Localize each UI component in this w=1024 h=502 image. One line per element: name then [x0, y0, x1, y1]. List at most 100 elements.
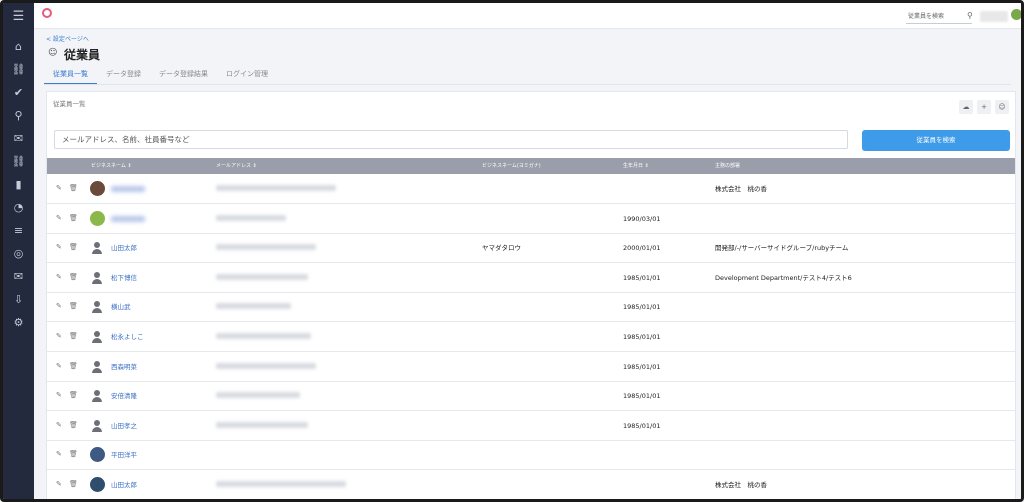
email-redacted — [216, 185, 336, 191]
header-search-input[interactable]: 従業員を検索 — [906, 10, 972, 24]
chat-icon[interactable]: ✉ — [3, 129, 34, 149]
trash-icon[interactable]: 🗑 — [69, 391, 78, 399]
avatar — [90, 477, 105, 492]
trash-icon[interactable]: 🗑 — [69, 302, 78, 310]
avatar — [90, 358, 105, 374]
header-department: 主務の部署 — [715, 163, 741, 169]
tab-bar: 従業員一覧 データ登録 データ登録結果 ログイン管理 — [44, 67, 277, 85]
search-employee-button[interactable]: 従業員を検索 — [862, 130, 1010, 151]
table-row: ✎ 🗑 平田洋平 — [47, 440, 1015, 471]
trash-icon[interactable]: 🗑 — [69, 332, 78, 340]
employee-name-link[interactable]: 山田孝之 — [111, 411, 137, 441]
employee-search-input[interactable]: メールアドレス、名前、社員番号など — [54, 130, 848, 149]
header-business-name[interactable]: ビジネスネーム ⇕ — [91, 158, 132, 174]
search-icon[interactable]: ⚲ — [3, 106, 34, 126]
edit-icon[interactable]: ✎ — [56, 184, 62, 192]
employee-name-link[interactable]: 山田太郎 — [111, 233, 137, 263]
avatar[interactable] — [1011, 9, 1021, 20]
table-row: ✎ 🗑 株式会社 桃の香 — [47, 174, 1015, 204]
edit-icon[interactable]: ✎ — [56, 421, 62, 429]
edit-icon[interactable]: ✎ — [56, 332, 62, 340]
edit-icon[interactable]: ✎ — [56, 362, 62, 370]
tab-login-management[interactable]: ログイン管理 — [217, 67, 277, 85]
edit-icon[interactable]: ✎ — [56, 480, 62, 488]
birthday-cell: 1985/01/01 — [623, 421, 661, 430]
search-icon[interactable]: ⚲ — [967, 11, 973, 20]
avatar — [90, 240, 105, 256]
kana-cell: ヤマダタロウ — [482, 244, 521, 253]
header-birthday[interactable]: 生年月日 ⇕ — [623, 158, 649, 174]
edit-icon[interactable]: ✎ — [56, 273, 62, 281]
avatar — [90, 269, 105, 285]
birthday-cell: 1985/01/01 — [623, 392, 661, 401]
trash-icon[interactable]: 🗑 — [69, 273, 78, 281]
list-icon[interactable]: ≡ — [3, 221, 34, 241]
employee-name-link[interactable]: 西森明菜 — [111, 352, 137, 382]
table-header: ビジネスネーム ⇕ メールアドレス ⇕ ビジネスネーム(ヨミガナ) 生年月日 ⇕… — [47, 158, 1015, 174]
cloud-download-icon[interactable]: ☁ — [959, 100, 973, 114]
email-redacted — [216, 362, 316, 369]
mail-icon[interactable]: ✉ — [3, 267, 34, 287]
user-check-icon[interactable]: ✔ — [3, 83, 34, 103]
home-icon[interactable]: ⌂ — [3, 37, 34, 57]
link-icon[interactable]: ⛓ — [3, 152, 34, 172]
trash-icon[interactable]: 🗑 — [69, 184, 78, 192]
menu-icon[interactable]: ☰ — [3, 7, 34, 27]
edit-icon[interactable]: ✎ — [56, 302, 62, 310]
employee-name-link[interactable]: 山田太郎 — [111, 470, 137, 499]
employee-name-link[interactable]: 横山武 — [111, 292, 131, 322]
employees-icon: ☺ — [48, 48, 58, 58]
trash-icon[interactable]: 🗑 — [69, 214, 78, 222]
trash-icon[interactable]: 🗑 — [69, 450, 78, 458]
tab-data-registration[interactable]: データ登録 — [97, 67, 150, 85]
email-redacted — [216, 481, 346, 487]
edit-icon[interactable]: ✎ — [56, 243, 62, 251]
top-bar: 従業員を検索 ⚲ — [34, 3, 1021, 29]
employee-name-link[interactable]: 松下博信 — [111, 263, 137, 293]
trash-icon[interactable]: 🗑 — [69, 480, 78, 488]
email-redacted — [216, 244, 316, 251]
department-cell: Development Department/テスト4/テスト6 — [715, 273, 852, 282]
app-window: ☰ ⌂ ⛓ ✔ ⚲ ✉ ⛓ ▮ ◔ ≡ ◎ ✉ ⇩ ⚙ 従業員を検索 ⚲ < 設… — [0, 0, 1024, 502]
tab-registration-results[interactable]: データ登録結果 — [150, 67, 217, 85]
back-link[interactable]: < 設定ページへ — [46, 34, 89, 43]
edit-icon[interactable]: ✎ — [56, 391, 62, 399]
avatar — [90, 447, 105, 463]
employee-name-link[interactable]: 松永よしこ — [111, 322, 144, 352]
table-row: ✎ 🗑 西森明菜 1985/01/01 — [47, 352, 1015, 382]
department-cell: 開発部/-/サーバーサイドグループ/rubyチーム — [715, 244, 849, 253]
trash-icon[interactable]: 🗑 — [69, 421, 78, 429]
add-icon[interactable]: + — [977, 100, 991, 114]
birthday-cell: 1985/01/01 — [623, 273, 661, 282]
table-row: ✎ 🗑 山田太郎 ヤマダタロウ 2000/01/01 開発部/-/サーバーサイドグループ/… — [47, 233, 1015, 264]
employee-name-link[interactable]: 平田洋平 — [111, 440, 137, 470]
department-cell: 株式会社 桃の香 — [715, 481, 767, 489]
header-kana: ビジネスネーム(ヨミガナ) — [482, 163, 541, 169]
target-icon[interactable]: ◎ — [3, 244, 34, 264]
table-row: ✎ 🗑 安倍清隆 1985/01/01 — [47, 381, 1015, 412]
dashboard-icon[interactable]: ◔ — [3, 198, 34, 218]
avatar — [90, 181, 105, 196]
employee-name-link[interactable]: 安倍清隆 — [111, 381, 137, 411]
gear-icon[interactable]: ⚙ — [3, 313, 34, 333]
table-row: ✎ 🗑 山田太郎 株式会社 桃の香 — [47, 470, 1015, 499]
email-redacted — [216, 333, 311, 339]
trash-icon[interactable]: 🗑 — [69, 362, 78, 370]
birthday-cell: 1985/01/01 — [623, 303, 661, 312]
edit-icon[interactable]: ✎ — [56, 214, 62, 222]
user-name[interactable] — [980, 11, 1008, 22]
download-icon[interactable]: ⇩ — [3, 290, 34, 310]
org-chart-icon[interactable]: ⛓ — [3, 60, 34, 80]
email-redacted — [216, 421, 308, 428]
trash-icon[interactable]: 🗑 — [69, 243, 78, 251]
bar-chart-icon[interactable]: ▮ — [3, 175, 34, 195]
add-user-icon[interactable]: ☺ — [995, 100, 1009, 114]
tab-employee-list[interactable]: 従業員一覧 — [44, 67, 97, 85]
table-row: ✎ 🗑 松下博信 1985/01/01 Development Department/テ… — [47, 263, 1015, 293]
employee-name-link[interactable] — [111, 186, 145, 192]
card-actions: ☁ + ☺ — [959, 100, 1009, 114]
header-email[interactable]: メールアドレス ⇕ — [216, 158, 257, 174]
edit-icon[interactable]: ✎ — [56, 450, 62, 458]
employee-name-link[interactable] — [111, 215, 145, 222]
main-area: 従業員を検索 ⚲ < 設定ページへ ☺ 従業員 従業員一覧 データ登録 データ登… — [34, 3, 1021, 499]
